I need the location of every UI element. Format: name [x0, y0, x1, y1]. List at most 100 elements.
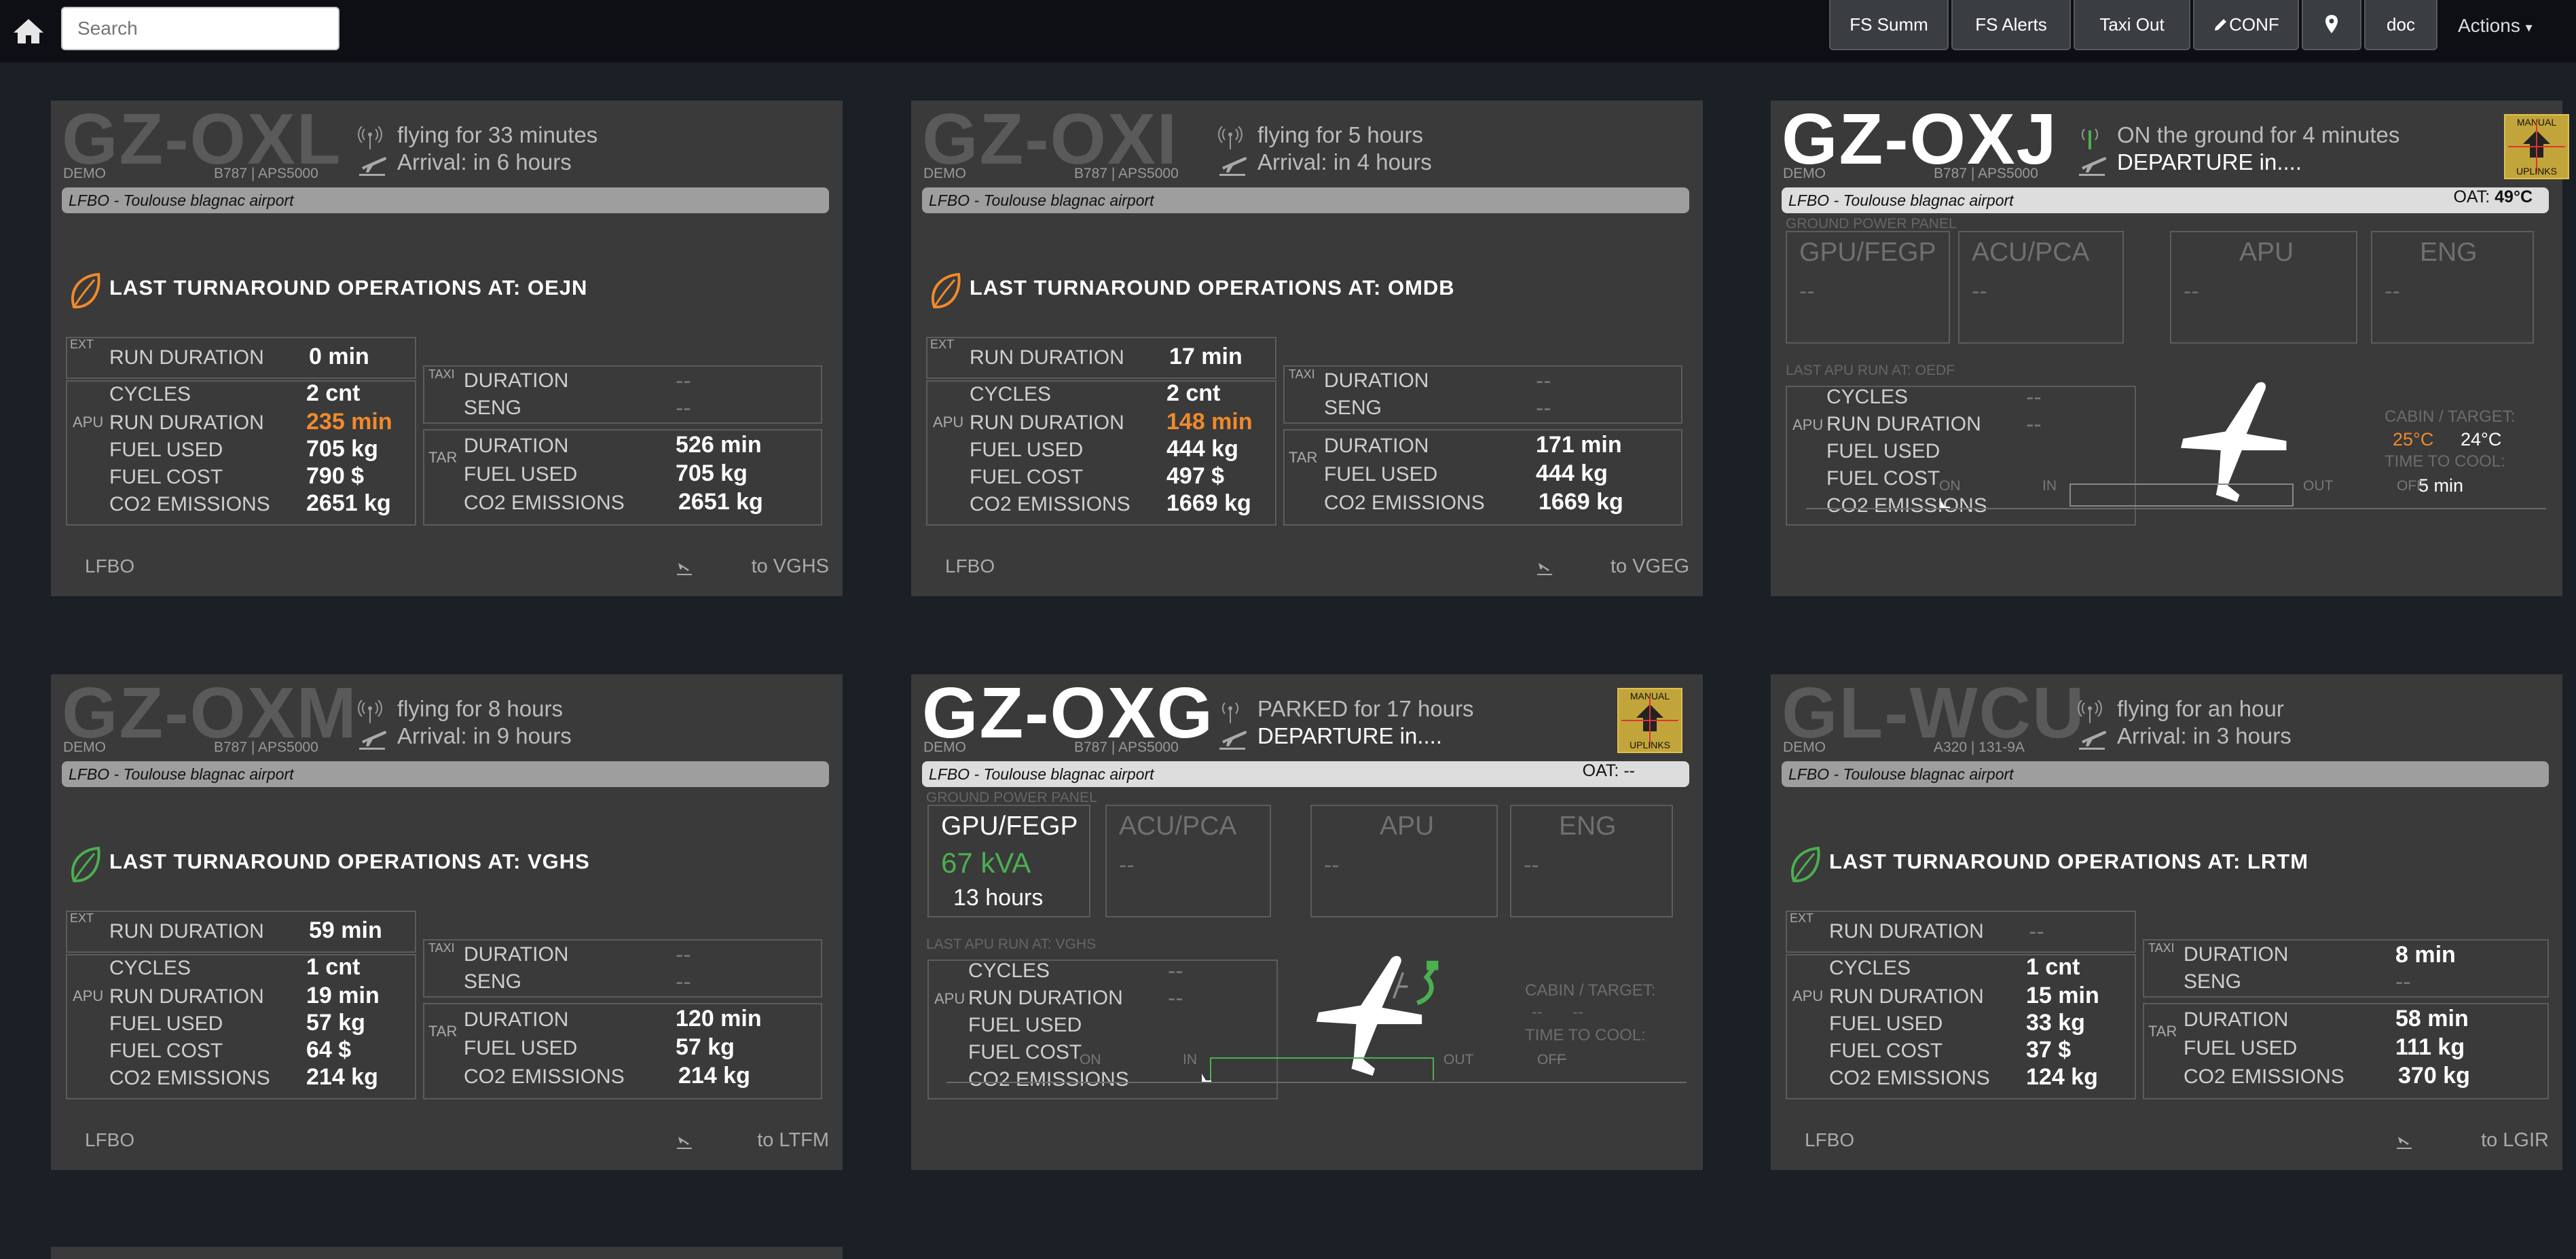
- aircraft-card[interactable]: GZ-OXJ DEMO B787 | APS5000 ON the ground…: [1771, 101, 2569, 596]
- actions-menu[interactable]: Actions ▾: [2458, 15, 2533, 37]
- acu-pca-panel: ACU/PCA --: [1105, 805, 1271, 917]
- apu-fuel-cost-label: FUEL COST: [1829, 1040, 1943, 1062]
- apu-run-duration-value: 235 min: [306, 409, 392, 435]
- taxi-seng-value: --: [676, 395, 691, 421]
- tar-duration-value: 526 min: [676, 432, 762, 458]
- tar-co2-value: 370 kg: [2398, 1063, 2470, 1089]
- apu-box: APU CYCLES 1 cnt RUN DURATION 15 min FUE…: [1786, 954, 2136, 1099]
- flight-status: flying for 8 hours: [397, 696, 563, 721]
- destination-airport: to LGIR: [2481, 1129, 2549, 1151]
- ground-status: ON the ground for 4 minutes: [2117, 122, 2400, 147]
- aircraft-card[interactable]: GZ-OXL DEMO B787 | APS5000 flying for 33…: [51, 101, 843, 596]
- taxi-seng-value: --: [2395, 969, 2411, 995]
- top-navigation-bar: FS Summ FS Alerts Taxi Out CONF doc Acti…: [0, 0, 2576, 62]
- airport-bar: LFBO - Toulouse blagnac airport OAT: --: [922, 761, 1689, 787]
- tar-co2-label: CO2 EMISSIONS: [1324, 492, 1485, 514]
- aircraft-card[interactable]: GZ-OXM DEMO B787 | APS5000 flying for 8 …: [51, 674, 843, 1170]
- target-temp-value: 24°C: [2461, 429, 2502, 450]
- taxi-box: TAXI DURATION 8 min SENG --: [2143, 939, 2549, 998]
- aircraft-card[interactable]: GZ-OXG DEMO B787 | APS5000 PARKED for 17…: [911, 674, 1703, 1170]
- eng-panel: ENG --: [1510, 805, 1673, 917]
- apu-cycles-value: --: [1168, 958, 1183, 984]
- tar-co2-value: 2651 kg: [678, 489, 763, 515]
- ext-run-duration-value: 59 min: [309, 917, 382, 943]
- aircraft-card[interactable]: [51, 1247, 843, 1259]
- timeline-out: OUT: [2303, 478, 2334, 494]
- apu-fuel-used-label: FUEL USED: [109, 1012, 223, 1035]
- demo-label: DEMO: [1783, 740, 1826, 755]
- apu-label: APU: [73, 987, 104, 1004]
- conf-label: CONF: [2229, 14, 2279, 35]
- timeline-in: IN: [1183, 1052, 1197, 1068]
- search-input[interactable]: [61, 7, 339, 50]
- aircraft-card[interactable]: GZ-OXI DEMO B787 | APS5000 flying for 5 …: [911, 101, 1703, 596]
- arrival-status: Arrival: in 4 hours: [1257, 149, 1432, 175]
- airplane-takeoff-icon: [1219, 157, 1247, 176]
- taxi-seng-value: --: [676, 969, 691, 995]
- landing-icon: [2397, 1137, 2412, 1149]
- apu-run-duration-label: RUN DURATION: [1826, 413, 1981, 435]
- apu-run-duration-label: RUN DURATION: [970, 412, 1124, 434]
- timeline-plane-icon: [1940, 500, 1950, 508]
- departure-status: DEPARTURE in....: [2117, 149, 2302, 175]
- airport-bar: LFBO - Toulouse blagnac airport OAT: 49°…: [1782, 187, 2549, 213]
- apu-fuel-cost-value: 497 $: [1166, 463, 1225, 489]
- apu-fuel-cost-value: 64 $: [306, 1037, 352, 1063]
- manual-uplinks-badge[interactable]: MANUAL UPLINKS: [2504, 114, 2569, 179]
- ext-label: EXT: [70, 911, 94, 925]
- airport-bar: LFBO - Toulouse blagnac airport: [1782, 761, 2549, 787]
- apu-fuel-cost-label: FUEL COST: [109, 1040, 223, 1062]
- apu-panel: APU --: [2170, 231, 2357, 344]
- taxi-out-button[interactable]: Taxi Out: [2074, 0, 2190, 50]
- fs-summ-button[interactable]: FS Summ: [1829, 0, 1949, 50]
- taxi-box: TAXI DURATION -- SENG --: [423, 939, 822, 998]
- landing-icon: [677, 563, 692, 575]
- acu-pca-panel: ACU/PCA --: [1958, 231, 2124, 344]
- ext-box: EXT RUN DURATION 0 min: [66, 337, 416, 379]
- taxi-duration-value: --: [1536, 368, 1551, 394]
- apu-co2-value: 124 kg: [2026, 1064, 2098, 1090]
- apu-fuel-used-label: FUEL USED: [1829, 1012, 1943, 1035]
- aircraft-card[interactable]: GL-WCU DEMO A320 | 131-9A flying for an …: [1771, 674, 2562, 1170]
- origin-airport: LFBO: [945, 555, 995, 577]
- apu-label: APU: [1792, 987, 1824, 1004]
- antenna-icon: [2078, 700, 2102, 723]
- airplane-takeoff-icon: [1219, 731, 1247, 750]
- timeline-off: OFF: [1537, 1052, 1566, 1068]
- tar-duration-label: DURATION: [1324, 435, 1429, 457]
- home-icon[interactable]: [12, 18, 45, 45]
- apu-label: APU: [1792, 416, 1824, 433]
- taxi-label: TAXI: [428, 941, 455, 955]
- gp-name: GPU/FEGP: [1799, 238, 1936, 267]
- tar-fuel-label: FUEL USED: [464, 1037, 578, 1059]
- destination-airport: to VGEG: [1610, 555, 1689, 577]
- tar-box: TAR DURATION 526 min FUEL USED 705 kg CO…: [423, 429, 822, 526]
- parked-status: PARKED for 17 hours: [1257, 696, 1474, 721]
- demo-label: DEMO: [63, 166, 106, 181]
- apu-panel: APU --: [1310, 805, 1498, 917]
- apu-fuel-used-label: FUEL USED: [109, 439, 223, 461]
- ext-run-duration-label: RUN DURATION: [109, 346, 264, 369]
- tar-fuel-value: 705 kg: [676, 460, 748, 486]
- apu-co2-label: CO2 EMISSIONS: [1829, 1067, 1990, 1089]
- arrival-status: Arrival: in 9 hours: [397, 723, 572, 748]
- gp-name: APU: [1380, 811, 1435, 841]
- apu-co2-label: CO2 EMISSIONS: [1826, 494, 1987, 517]
- gp-value: --: [1324, 852, 1340, 878]
- fs-alerts-button[interactable]: FS Alerts: [1951, 0, 2071, 50]
- gp-value: --: [1524, 852, 1539, 878]
- landing-icon: [677, 1137, 692, 1149]
- doc-button[interactable]: doc: [2364, 0, 2437, 50]
- airplane-takeoff-icon: [359, 157, 387, 176]
- apu-box: APU CYCLES 2 cnt RUN DURATION 235 min FU…: [66, 380, 416, 526]
- apu-cycles-label: CYCLES: [970, 383, 1052, 405]
- apu-run-duration-value: 19 min: [306, 983, 380, 1008]
- ext-run-duration-value: --: [2029, 919, 2044, 945]
- tar-fuel-label: FUEL USED: [464, 463, 578, 486]
- ext-run-duration-value: 17 min: [1169, 344, 1243, 369]
- location-button[interactable]: [2302, 0, 2361, 50]
- manual-uplinks-badge[interactable]: MANUAL UPLINKS: [1617, 688, 1682, 753]
- conf-button[interactable]: CONF: [2193, 0, 2299, 50]
- tar-fuel-value: 444 kg: [1536, 460, 1608, 486]
- apu-fuel-cost-label: FUEL COST: [109, 466, 223, 488]
